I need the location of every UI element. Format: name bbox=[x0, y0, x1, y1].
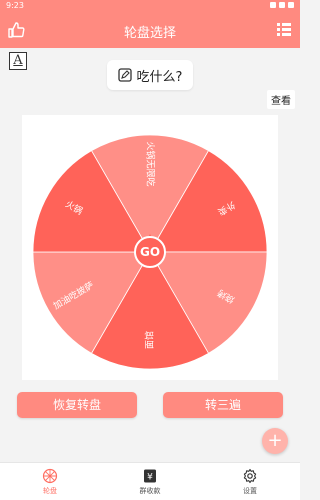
reset-wheel-button[interactable]: 恢复转盘 bbox=[17, 392, 137, 418]
nav-item-group-payment[interactable]: ¥ 群收款 bbox=[100, 463, 200, 500]
nav-label-wheel: 轮盘 bbox=[43, 486, 57, 495]
status-bar: 9:23 bbox=[0, 0, 300, 12]
spin-three-times-button[interactable]: 转三遍 bbox=[163, 392, 283, 418]
list-menu-icon[interactable] bbox=[276, 21, 292, 37]
svg-text:¥: ¥ bbox=[147, 472, 153, 482]
yen-icon: ¥ bbox=[144, 469, 156, 482]
topic-selector[interactable]: 吃什么? bbox=[107, 60, 193, 90]
wheel-card: 火锅无限吃 外卖 烧烤 面馆 加油吃披萨 火锅 GO bbox=[22, 115, 278, 380]
status-time: 9:23 bbox=[6, 1, 24, 10]
wheel-icon bbox=[42, 468, 58, 483]
wheel[interactable]: 火锅无限吃外卖烧烤面馆加油吃披萨火锅 GO bbox=[22, 115, 278, 380]
system-icons bbox=[270, 2, 294, 8]
gear-icon bbox=[243, 468, 257, 483]
font-toggle-button[interactable]: A bbox=[9, 52, 27, 70]
app-bar: 轮盘选择 bbox=[0, 12, 300, 48]
nav-item-wheel[interactable]: 轮盘 bbox=[0, 463, 100, 500]
nav-label-group-payment: 群收款 bbox=[139, 486, 161, 495]
nav-label-settings: 设置 bbox=[243, 486, 257, 495]
page-title: 轮盘选择 bbox=[123, 26, 176, 41]
nav-item-settings[interactable]: 设置 bbox=[200, 463, 300, 500]
wheel-segment-label: 面馆 bbox=[144, 331, 156, 349]
add-fab-button[interactable]: + bbox=[262, 428, 288, 454]
wheel-segment-label: 火锅无限吃 bbox=[145, 141, 157, 186]
bottom-nav: 轮盘 ¥ 群收款 设置 bbox=[0, 462, 300, 500]
view-button[interactable]: 查看 bbox=[267, 90, 295, 109]
go-label: GO bbox=[140, 245, 160, 259]
topic-label: 吃什么? bbox=[136, 69, 183, 85]
edit-icon bbox=[117, 68, 132, 82]
